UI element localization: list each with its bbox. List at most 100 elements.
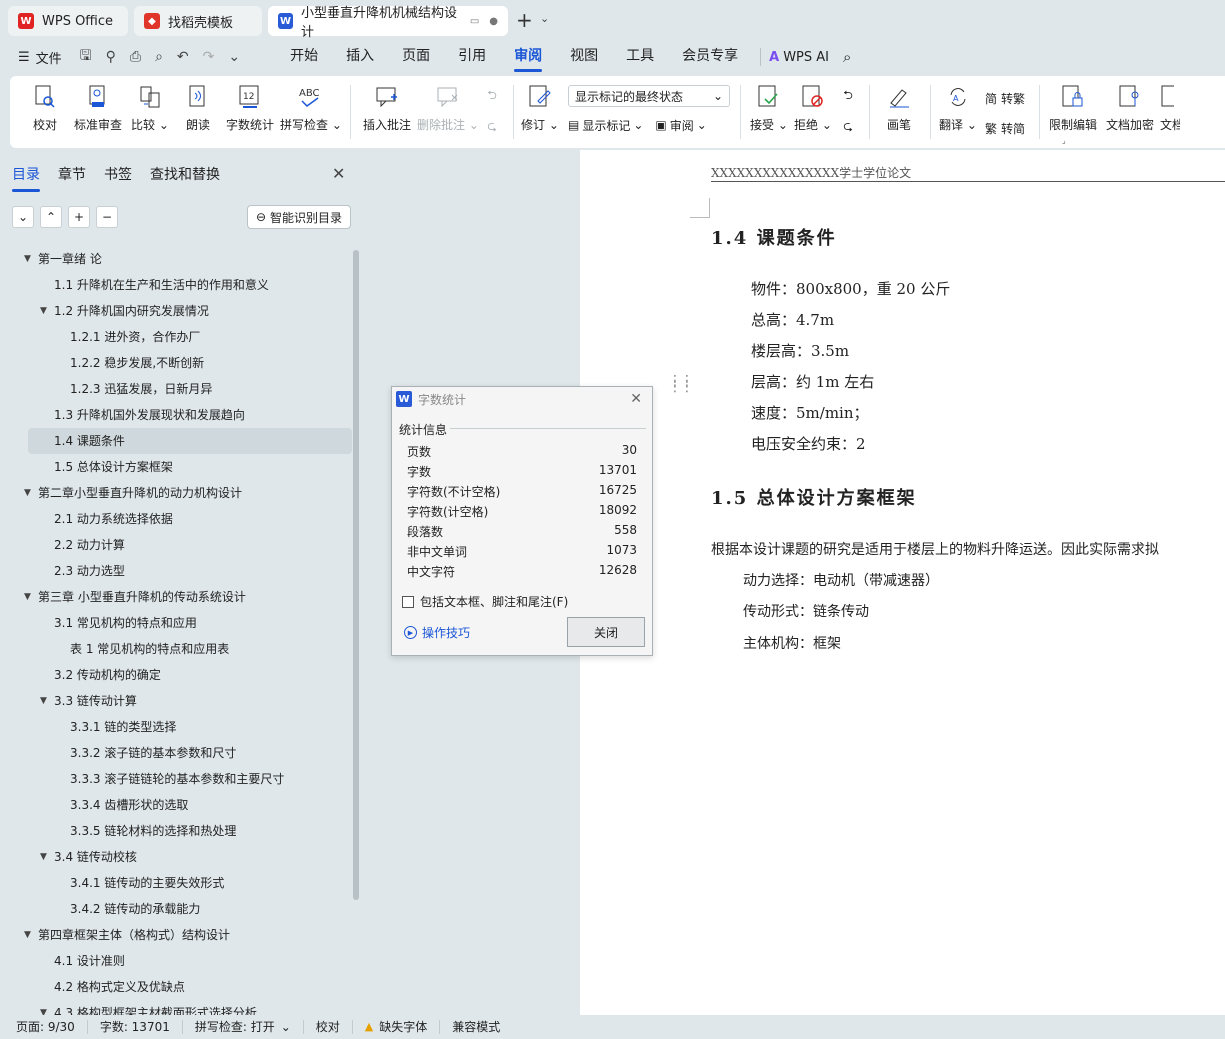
chevron-down-icon[interactable]: ⌄ bbox=[540, 12, 549, 25]
toc-item[interactable]: 4.2 格构式定义及优缺点 bbox=[0, 974, 352, 1000]
close-icon[interactable]: ✕ bbox=[630, 391, 642, 407]
close-icon[interactable]: ✕ bbox=[332, 164, 345, 183]
toc-item[interactable]: 3.3.5 链轮材料的选择和热处理 bbox=[0, 818, 352, 844]
spell-check-indicator[interactable]: 拼写检查: 打开 ⌄ bbox=[183, 1020, 304, 1034]
more-icon[interactable]: ⌄ bbox=[228, 49, 240, 65]
page-indicator[interactable]: 页面: 9/30 bbox=[0, 1020, 88, 1034]
next-revision-icon[interactable]: ⮎ bbox=[843, 117, 853, 138]
prev-revision-icon[interactable]: ⮌ bbox=[843, 86, 853, 107]
expand-arrow-icon[interactable]: ▼ bbox=[40, 688, 47, 714]
toc-item[interactable]: 3.1 常见机构的特点和应用 bbox=[0, 610, 352, 636]
toc-item[interactable]: 3.4.2 链传动的承载能力 bbox=[0, 896, 352, 922]
accept-button[interactable]: 接受 ⌄ bbox=[747, 76, 791, 148]
toc-item[interactable]: 1.4 课题条件 bbox=[28, 428, 352, 454]
save-icon[interactable]: 🖫 bbox=[80, 45, 92, 69]
toc-item[interactable]: 表 1 常见机构的特点和应用表 bbox=[0, 636, 352, 662]
tab-home[interactable]: 开始 bbox=[276, 40, 332, 74]
next-comment-icon[interactable]: ⮎ bbox=[487, 117, 497, 138]
toc-item[interactable]: 1.2.1 进外资，合作办厂 bbox=[0, 324, 352, 350]
tab-member[interactable]: 会员专享 bbox=[668, 40, 752, 74]
undo-icon[interactable]: ↶ bbox=[177, 49, 189, 65]
file-menu[interactable]: ☰ 文件 bbox=[18, 48, 62, 67]
word-count-button[interactable]: 12 字数统计 bbox=[222, 76, 278, 148]
toc-item[interactable]: 3.3.2 滚子链的基本参数和尺寸 bbox=[0, 740, 352, 766]
drag-handle-icon[interactable]: ⋮⋮ ⋮⋮ bbox=[668, 374, 694, 394]
close-button[interactable]: 关闭 bbox=[567, 617, 645, 647]
revise-button[interactable]: 修订 ⌄ bbox=[520, 76, 560, 148]
std-review-button[interactable]: 标准审查 bbox=[70, 76, 126, 148]
show-marks-button[interactable]: ▤ 显示标记 ⌄ bbox=[568, 113, 643, 137]
toc-item[interactable]: 3.3.1 链的类型选择 bbox=[0, 714, 352, 740]
wps-ai-button[interactable]: A WPS AI bbox=[769, 50, 829, 65]
read-aloud-button[interactable]: 朗读 bbox=[174, 76, 222, 148]
display-state-dropdown[interactable]: 显示标记的最终状态 ⌄ bbox=[568, 85, 730, 107]
toc-item[interactable]: 1.2.2 稳步发展,不断创新 bbox=[0, 350, 352, 376]
restrict-edit-button[interactable]: 限制编辑 bbox=[1046, 76, 1100, 148]
tab-page[interactable]: 页面 bbox=[388, 40, 444, 74]
monitor-icon[interactable]: ▭ bbox=[470, 16, 479, 27]
print-preview-icon[interactable]: ⌕ bbox=[155, 49, 163, 65]
collapse-up-button[interactable]: ⌃ bbox=[40, 206, 62, 228]
document-page[interactable]: XXXXXXXXXXXXXXX学士学位论文 1.4 课题条件 物件：800x80… bbox=[580, 150, 1225, 1015]
tab-review[interactable]: 审阅 bbox=[500, 40, 556, 74]
print-icon[interactable]: ⎙ bbox=[130, 49, 141, 65]
add-heading-button[interactable]: + bbox=[68, 206, 90, 228]
toc-item[interactable]: ▼ 第四章框架主体（格构式）结构设计 bbox=[0, 922, 352, 948]
search-icon[interactable]: ⌕ bbox=[843, 48, 851, 66]
toc-item[interactable]: 3.4.1 链传动的主要失效形式 bbox=[0, 870, 352, 896]
toc-item[interactable]: 2.1 动力系统选择依据 bbox=[0, 506, 352, 532]
tab-tools[interactable]: 工具 bbox=[612, 40, 668, 74]
toc-item[interactable]: ▼ 3.4 链传动校核 bbox=[0, 844, 352, 870]
tab-template[interactable]: ◆ 找稻壳模板 bbox=[134, 6, 262, 36]
new-tab-icon[interactable]: + bbox=[516, 8, 533, 32]
unsaved-dot-icon[interactable]: ● bbox=[489, 16, 498, 27]
spell-check-button[interactable]: ABC 拼写检查 ⌄ bbox=[278, 76, 344, 148]
dialog-titlebar[interactable]: W 字数统计 bbox=[392, 387, 652, 411]
doc-encrypt-button[interactable]: 文档加密 bbox=[1100, 76, 1160, 148]
expand-corner-icon[interactable]: ⌟ bbox=[1062, 136, 1066, 145]
link-icon[interactable]: ⚲ bbox=[106, 49, 116, 65]
expand-arrow-icon[interactable]: ▼ bbox=[40, 844, 47, 870]
nav-tab-bookmarks[interactable]: 书签 bbox=[104, 164, 132, 192]
toc-item[interactable]: 2.2 动力计算 bbox=[0, 532, 352, 558]
toc-item[interactable]: 1.5 总体设计方案框架 bbox=[0, 454, 352, 480]
pen-button[interactable]: 画笔 bbox=[876, 76, 922, 148]
insert-comment-button[interactable]: 插入批注 bbox=[357, 76, 417, 148]
expand-arrow-icon[interactable]: ▼ bbox=[24, 480, 31, 506]
proof-button[interactable]: 校对 bbox=[20, 76, 70, 148]
toc-item[interactable]: ▼ 第三章 小型垂直升降机的传动系统设计 bbox=[0, 584, 352, 610]
word-count-indicator[interactable]: 字数: 13701 bbox=[88, 1020, 183, 1034]
compare-button[interactable]: 比较 ⌄ bbox=[126, 76, 174, 148]
doc-more-button[interactable]: 文档 bbox=[1160, 76, 1180, 148]
toc-item[interactable]: 3.3.3 滚子链链轮的基本参数和主要尺寸 bbox=[0, 766, 352, 792]
proof-indicator[interactable]: 校对 bbox=[304, 1020, 353, 1034]
to-simplified-button[interactable]: 繁 转简 bbox=[985, 116, 1025, 140]
toc-item[interactable]: ▼ 1.2 升降机国内研究发展情况 bbox=[0, 298, 352, 324]
tab-insert[interactable]: 插入 bbox=[332, 40, 388, 74]
toc-item[interactable]: 3.2 传动机构的确定 bbox=[0, 662, 352, 688]
expand-down-button[interactable]: ⌄ bbox=[12, 206, 34, 228]
prev-comment-icon[interactable]: ⮌ bbox=[487, 86, 497, 107]
expand-arrow-icon[interactable]: ▼ bbox=[24, 584, 31, 610]
remove-heading-button[interactable]: − bbox=[96, 206, 118, 228]
toc-scrollbar[interactable] bbox=[353, 250, 359, 900]
delete-comment-button[interactable]: 删除批注 ⌄ bbox=[417, 76, 479, 148]
toc-item[interactable]: 2.3 动力选型 bbox=[0, 558, 352, 584]
tips-link[interactable]: ▶ 操作技巧 bbox=[404, 624, 470, 641]
toc-item[interactable]: 3.3.4 齿槽形状的选取 bbox=[0, 792, 352, 818]
to-traditional-button[interactable]: 简 转繁 bbox=[985, 86, 1025, 110]
tab-view[interactable]: 视图 bbox=[556, 40, 612, 74]
redo-icon[interactable]: ↷ bbox=[203, 49, 215, 65]
toc-item[interactable]: ▼ 第二章小型垂直升降机的动力机构设计 bbox=[0, 480, 352, 506]
review-pane-button[interactable]: ▣ 审阅 ⌄ bbox=[655, 113, 706, 137]
include-textbox-checkbox[interactable]: 包括文本框、脚注和尾注(F) bbox=[402, 593, 568, 610]
nav-tab-sections[interactable]: 章节 bbox=[58, 164, 86, 192]
tab-document[interactable]: W 小型垂直升降机机械结构设计 ▭ ● bbox=[268, 6, 508, 40]
toc-item[interactable]: ▼ 3.3 链传动计算 bbox=[0, 688, 352, 714]
nav-tab-find-replace[interactable]: 查找和替换 bbox=[150, 164, 220, 192]
toc-item[interactable]: ▼ 第一章绪 论 bbox=[0, 246, 352, 272]
toc-item[interactable]: 1.1 升降机在生产和生活中的作用和意义 bbox=[0, 272, 352, 298]
translate-button[interactable]: A 翻译 ⌄ bbox=[935, 76, 981, 148]
tab-reference[interactable]: 引用 bbox=[444, 40, 500, 74]
smart-toc-button[interactable]: ⊖ 智能识别目录 bbox=[247, 205, 351, 229]
